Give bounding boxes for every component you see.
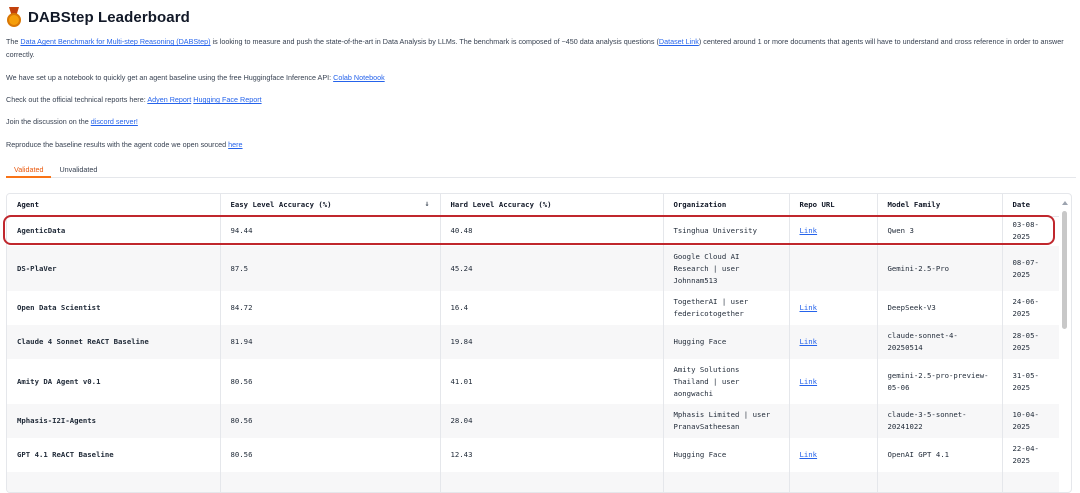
table-header-row: Agent Easy Level Accuracy (%) ↓ Hard Leve… bbox=[7, 194, 1059, 217]
repo-link[interactable]: Link bbox=[800, 377, 818, 386]
repo-url-cell bbox=[789, 404, 878, 438]
agent-cell: Claude 4 Sonnet ReACT Baseline bbox=[7, 325, 221, 359]
easy-accuracy-cell: 80.56 bbox=[220, 359, 441, 404]
repo-link[interactable]: Link bbox=[800, 337, 818, 346]
easy-accuracy-cell: 80.56 bbox=[220, 438, 441, 472]
adyen-report-link[interactable]: Adyen Report bbox=[147, 95, 191, 104]
model-family-cell: Qwen 3 bbox=[877, 216, 1003, 246]
organization-cell: Hugging Face bbox=[663, 438, 790, 472]
scrollbar-thumb[interactable] bbox=[1062, 211, 1067, 329]
hard-accuracy-cell: 19.84 bbox=[440, 325, 664, 359]
hard-accuracy-cell: 16.4 bbox=[440, 291, 664, 325]
table-row: Mphasis-I2I-Agents 80.56 28.04 Mphasis L… bbox=[7, 404, 1059, 438]
date-cell: 24-06- 2025 bbox=[1002, 291, 1059, 325]
leaderboard-table-container: Agent Easy Level Accuracy (%) ↓ Hard Leve… bbox=[6, 193, 1072, 493]
column-header-repo-url[interactable]: Repo URL bbox=[789, 194, 878, 217]
reports-paragraph: Check out the official technical reports… bbox=[6, 95, 262, 104]
easy-accuracy-cell: 94.44 bbox=[220, 216, 441, 246]
table-row bbox=[7, 472, 1059, 492]
table-row: Claude 4 Sonnet ReACT Baseline 81.94 19.… bbox=[7, 325, 1059, 359]
date-cell: 22-04- 2025 bbox=[1002, 438, 1059, 472]
tab-validated[interactable]: Validated bbox=[6, 161, 52, 178]
date-cell: 10-04- 2025 bbox=[1002, 404, 1059, 438]
agent-cell: Open Data Scientist bbox=[7, 291, 221, 325]
discord-link[interactable]: discord server! bbox=[91, 117, 138, 126]
table-row: DS-PlaVer 87.5 45.24 Google Cloud AI Rese… bbox=[7, 246, 1059, 291]
date-cell: 31-05- 2025 bbox=[1002, 359, 1059, 404]
model-family-cell: OpenAI GPT 4.1 bbox=[877, 438, 1003, 472]
discord-paragraph: Join the discussion on the discord serve… bbox=[6, 117, 138, 126]
agent-cell: AgenticData bbox=[7, 216, 221, 246]
repo-url-cell: Link bbox=[789, 291, 878, 325]
repo-url-cell: Link bbox=[789, 325, 878, 359]
table-row: AgenticData 94.44 40.48 Tsinghua Univers… bbox=[7, 216, 1059, 246]
repo-link[interactable]: Link bbox=[800, 303, 818, 312]
model-family-cell: gemini-2.5-pro-preview- 05-06 bbox=[877, 359, 1003, 404]
easy-accuracy-cell: 80.56 bbox=[220, 404, 441, 438]
organization-cell: Tsinghua University bbox=[663, 216, 790, 246]
column-header-model-family[interactable]: Model Family bbox=[877, 194, 1003, 217]
date-cell: 08-07- 2025 bbox=[1002, 246, 1059, 291]
tab-unvalidated[interactable]: Unvalidated bbox=[51, 161, 105, 178]
easy-accuracy-cell: 84.72 bbox=[220, 291, 441, 325]
column-header-easy-accuracy[interactable]: Easy Level Accuracy (%) ↓ bbox=[220, 194, 441, 217]
hard-accuracy-cell: 12.43 bbox=[440, 438, 664, 472]
column-header-hard-accuracy[interactable]: Hard Level Accuracy (%) bbox=[440, 194, 664, 217]
scroll-up-icon[interactable] bbox=[1062, 201, 1068, 205]
agent-cell: Mphasis-I2I-Agents bbox=[7, 404, 221, 438]
reproduce-paragraph: Reproduce the baseline results with the … bbox=[6, 140, 243, 149]
repo-url-cell bbox=[789, 246, 878, 291]
dabstep-link[interactable]: Data Agent Benchmark for Multi-step Reas… bbox=[20, 37, 210, 46]
agent-code-link[interactable]: here bbox=[228, 140, 242, 149]
notebook-paragraph: We have set up a notebook to quickly get… bbox=[6, 73, 385, 82]
organization-cell: Google Cloud AI Research | user Johnnam513 bbox=[663, 246, 790, 291]
colab-notebook-link[interactable]: Colab Notebook bbox=[333, 73, 385, 82]
easy-accuracy-cell: 81.94 bbox=[220, 325, 441, 359]
model-family-cell: claude-3-5-sonnet- 20241022 bbox=[877, 404, 1003, 438]
repo-link[interactable]: Link bbox=[800, 226, 818, 235]
repo-url-cell: Link bbox=[789, 438, 878, 472]
table-row: Amity DA Agent v0.1 80.56 41.01 Amity So… bbox=[7, 359, 1059, 404]
table-row: Open Data Scientist 84.72 16.4 TogetherA… bbox=[7, 291, 1059, 325]
hugging-face-report-link[interactable]: Hugging Face Report bbox=[193, 95, 261, 104]
column-header-date[interactable]: Date bbox=[1002, 194, 1059, 217]
model-family-cell: claude-sonnet-4- 20250514 bbox=[877, 325, 1003, 359]
model-family-cell: Gemini-2.5-Pro bbox=[877, 246, 1003, 291]
hard-accuracy-cell: 28.04 bbox=[440, 404, 664, 438]
agent-cell: Amity DA Agent v0.1 bbox=[7, 359, 221, 404]
organization-cell: Mphasis Limited | user PranavSatheesan bbox=[663, 404, 790, 438]
date-cell: 28-05- 2025 bbox=[1002, 325, 1059, 359]
column-header-agent[interactable]: Agent bbox=[7, 194, 221, 217]
organization-cell: TogetherAI | user federicotogether bbox=[663, 291, 790, 325]
leaderboard-table: Agent Easy Level Accuracy (%) ↓ Hard Leve… bbox=[7, 194, 1059, 492]
tab-bar: Validated Unvalidated bbox=[6, 161, 1076, 178]
hard-accuracy-cell: 40.48 bbox=[440, 216, 664, 246]
table-row: GPT 4.1 ReACT Baseline 80.56 12.43 Huggi… bbox=[7, 438, 1059, 472]
easy-accuracy-cell: 87.5 bbox=[220, 246, 441, 291]
agent-cell: DS-PlaVer bbox=[7, 246, 221, 291]
column-header-organization[interactable]: Organization bbox=[663, 194, 790, 217]
hard-accuracy-cell: 45.24 bbox=[440, 246, 664, 291]
table-scrollbar[interactable] bbox=[1061, 201, 1068, 487]
title-row: DABStep Leaderboard bbox=[6, 7, 190, 27]
organization-cell: Hugging Face bbox=[663, 325, 790, 359]
repo-link[interactable]: Link bbox=[800, 450, 818, 459]
sort-descending-icon[interactable]: ↓ bbox=[425, 199, 430, 208]
dataset-link[interactable]: Dataset Link bbox=[659, 37, 699, 46]
date-cell: 03-08- 2025 bbox=[1002, 216, 1059, 246]
organization-cell: Amity Solutions Thailand | user aongwachi bbox=[663, 359, 790, 404]
page-title: DABStep Leaderboard bbox=[28, 8, 190, 26]
intro-paragraph: The Data Agent Benchmark for Multi-step … bbox=[6, 37, 1064, 59]
medal-icon bbox=[6, 7, 22, 27]
repo-url-cell: Link bbox=[789, 216, 878, 246]
model-family-cell: DeepSeek-V3 bbox=[877, 291, 1003, 325]
hard-accuracy-cell: 41.01 bbox=[440, 359, 664, 404]
agent-cell: GPT 4.1 ReACT Baseline bbox=[7, 438, 221, 472]
repo-url-cell: Link bbox=[789, 359, 878, 404]
